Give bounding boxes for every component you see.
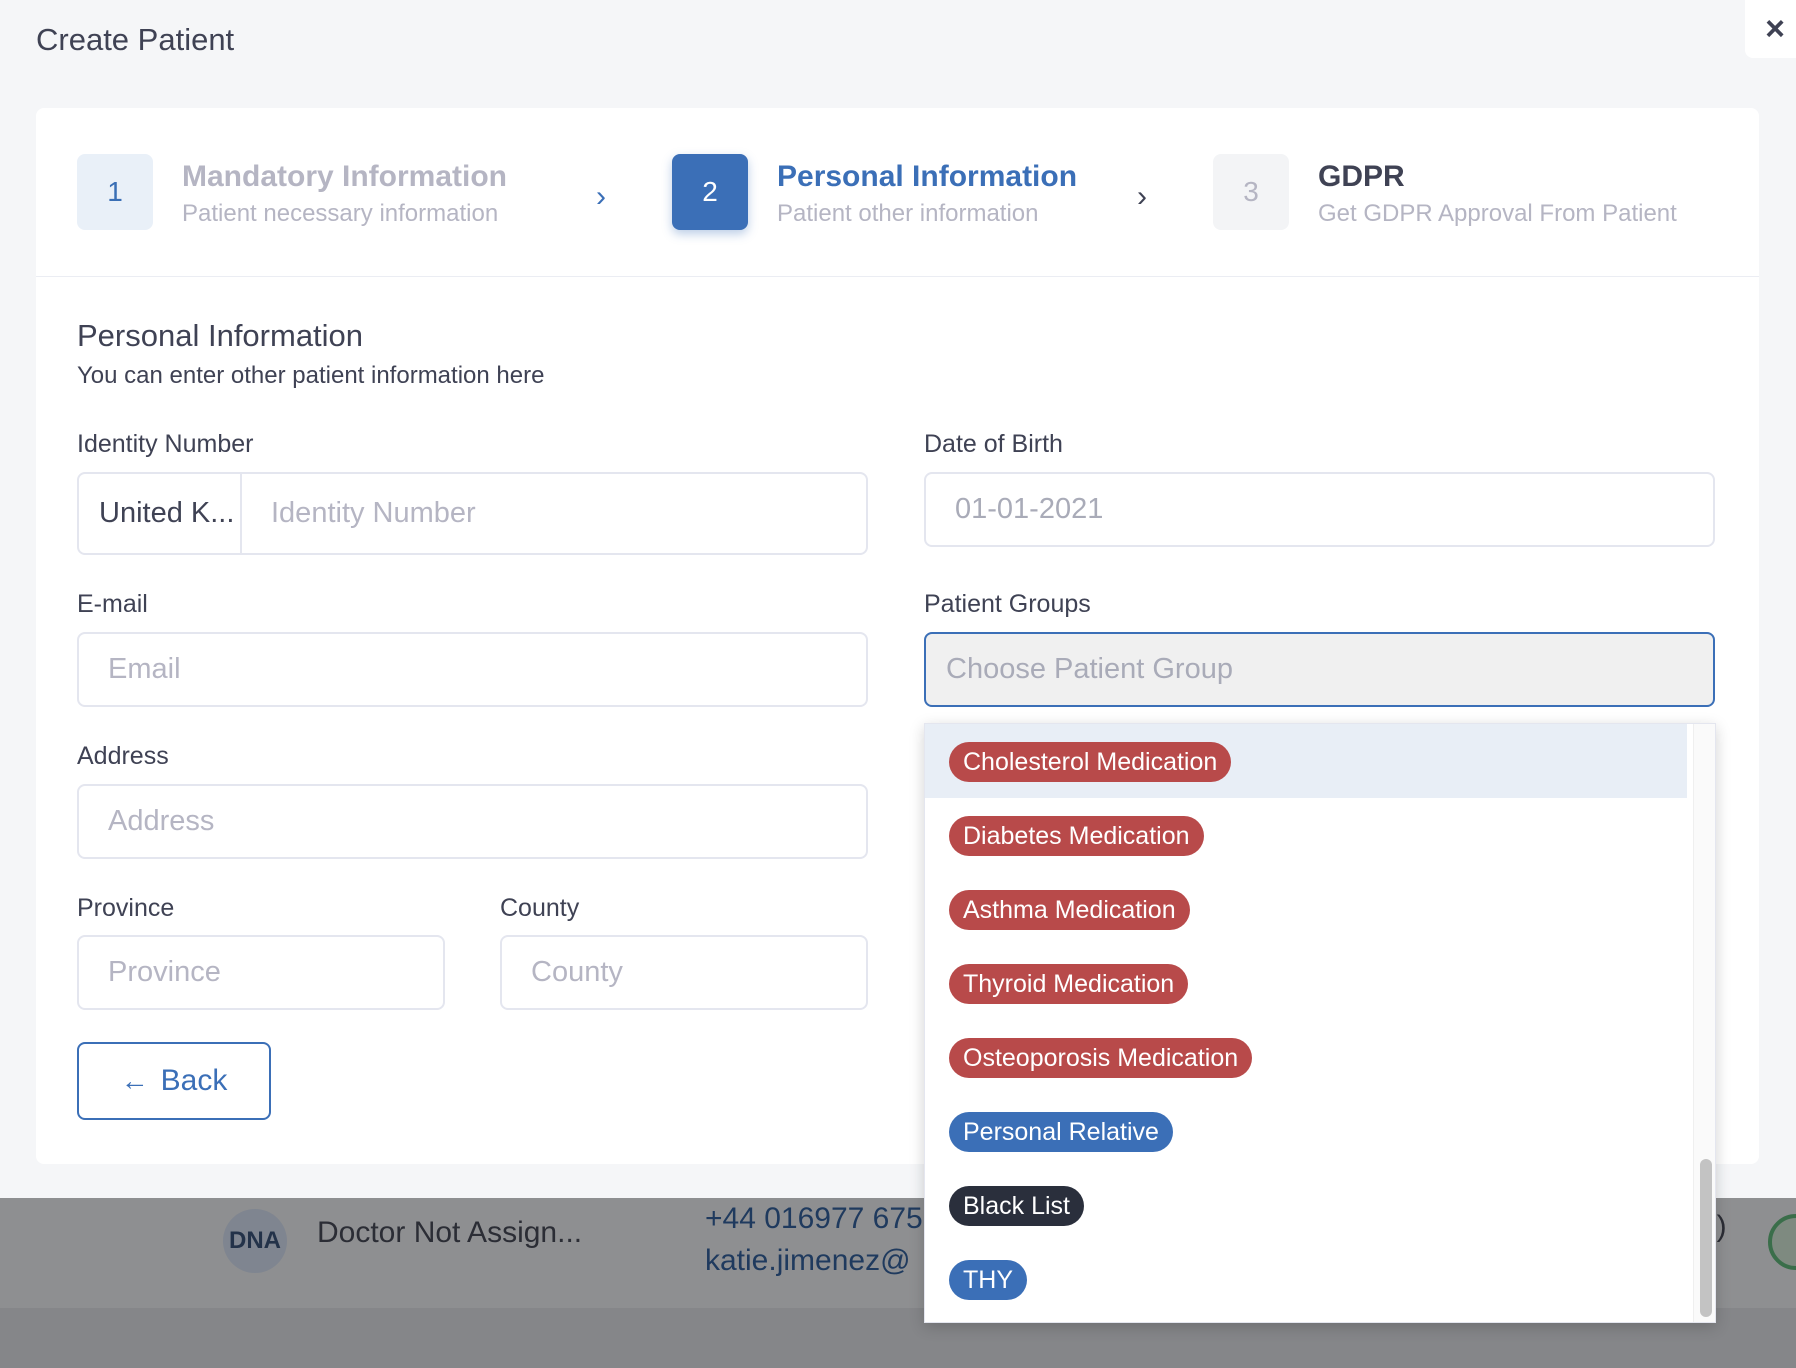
patient-groups-label: Patient Groups bbox=[924, 590, 1091, 618]
group-tag: Diabetes Medication bbox=[949, 816, 1204, 856]
dropdown-option[interactable]: Osteoporosis Medication bbox=[925, 1020, 1687, 1094]
step-title: GDPR bbox=[1318, 160, 1405, 193]
back-button[interactable]: ← Back bbox=[77, 1042, 271, 1120]
step-number: 1 bbox=[77, 154, 153, 230]
dropdown-option[interactable]: Cholesterol Medication bbox=[925, 724, 1687, 798]
chevron-right-icon: › bbox=[1137, 180, 1147, 213]
scrollbar-thumb[interactable] bbox=[1700, 1159, 1712, 1317]
step-number: 2 bbox=[672, 154, 748, 230]
date-of-birth-field[interactable]: 01-01-2021 bbox=[924, 472, 1715, 547]
step-number: 3 bbox=[1213, 154, 1289, 230]
county-field[interactable]: County bbox=[500, 935, 868, 1010]
identity-number-label: Identity Number bbox=[77, 430, 254, 458]
step-subtitle: Get GDPR Approval From Patient bbox=[1318, 200, 1677, 227]
country-select[interactable]: United K... bbox=[79, 474, 242, 553]
modal-title: Create Patient bbox=[36, 22, 235, 57]
province-field[interactable]: Province bbox=[77, 935, 445, 1010]
step-title: Personal Information bbox=[777, 160, 1078, 193]
section-title: Personal Information bbox=[77, 318, 364, 353]
back-button-label: Back bbox=[160, 1064, 228, 1097]
group-tag: Thyroid Medication bbox=[949, 964, 1189, 1004]
step-personal-information[interactable]: 2 Personal Information Patient other inf… bbox=[672, 154, 1077, 230]
dropdown-option[interactable]: Asthma Medication bbox=[925, 872, 1687, 946]
group-tag: Cholesterol Medication bbox=[949, 742, 1232, 782]
group-tag: THY bbox=[949, 1260, 1027, 1300]
close-button[interactable]: × bbox=[1745, 0, 1796, 58]
date-of-birth-label: Date of Birth bbox=[924, 430, 1063, 458]
modal-header: Create Patient bbox=[0, 0, 1796, 84]
patient-group-dropdown: Cholesterol Medication Diabetes Medicati… bbox=[924, 723, 1716, 1323]
step-subtitle: Patient necessary information bbox=[182, 200, 499, 227]
identity-number-field[interactable]: United K... Identity Number bbox=[77, 472, 868, 555]
stepper: 1 Mandatory Information Patient necessar… bbox=[36, 108, 1759, 277]
doctor-name: Doctor Not Assign... bbox=[317, 1216, 583, 1249]
dropdown-scrollbar[interactable] bbox=[1693, 724, 1715, 1322]
province-label: Province bbox=[77, 894, 175, 922]
patient-phone: +44 016977 675 bbox=[705, 1202, 923, 1235]
section-subtitle: You can enter other patient information … bbox=[77, 362, 545, 389]
county-label: County bbox=[500, 894, 580, 922]
step-mandatory-information[interactable]: 1 Mandatory Information Patient necessar… bbox=[77, 154, 507, 230]
patient-email: katie.jimenez@ bbox=[705, 1244, 911, 1277]
identity-number-input[interactable]: Identity Number bbox=[271, 497, 476, 530]
address-label: Address bbox=[77, 742, 169, 770]
chevron-right-icon: › bbox=[596, 180, 606, 213]
close-icon: × bbox=[1765, 9, 1785, 48]
address-field[interactable]: Address bbox=[77, 784, 868, 859]
group-tag: Asthma Medication bbox=[949, 890, 1190, 930]
dropdown-option[interactable]: THY bbox=[925, 1242, 1687, 1316]
arrow-left-icon: ← bbox=[120, 1065, 149, 1096]
patient-group-select[interactable]: Choose Patient Group bbox=[924, 632, 1715, 707]
email-label: E-mail bbox=[77, 590, 148, 618]
group-tag: Osteoporosis Medication bbox=[949, 1038, 1253, 1078]
dropdown-option[interactable]: Personal Relative bbox=[925, 1094, 1687, 1168]
email-field[interactable]: Email bbox=[77, 632, 868, 707]
group-tag: Personal Relative bbox=[949, 1112, 1173, 1152]
group-tag: Black List bbox=[949, 1186, 1084, 1226]
step-gdpr[interactable]: 3 GDPR Get GDPR Approval From Patient bbox=[1213, 154, 1677, 230]
dropdown-option[interactable]: Black List bbox=[925, 1168, 1687, 1242]
step-title: Mandatory Information bbox=[182, 160, 508, 193]
doctor-avatar: DNA bbox=[223, 1209, 287, 1273]
step-subtitle: Patient other information bbox=[777, 200, 1039, 227]
dropdown-option[interactable]: Thyroid Medication bbox=[925, 946, 1687, 1020]
dropdown-option[interactable]: Diabetes Medication bbox=[925, 798, 1687, 872]
